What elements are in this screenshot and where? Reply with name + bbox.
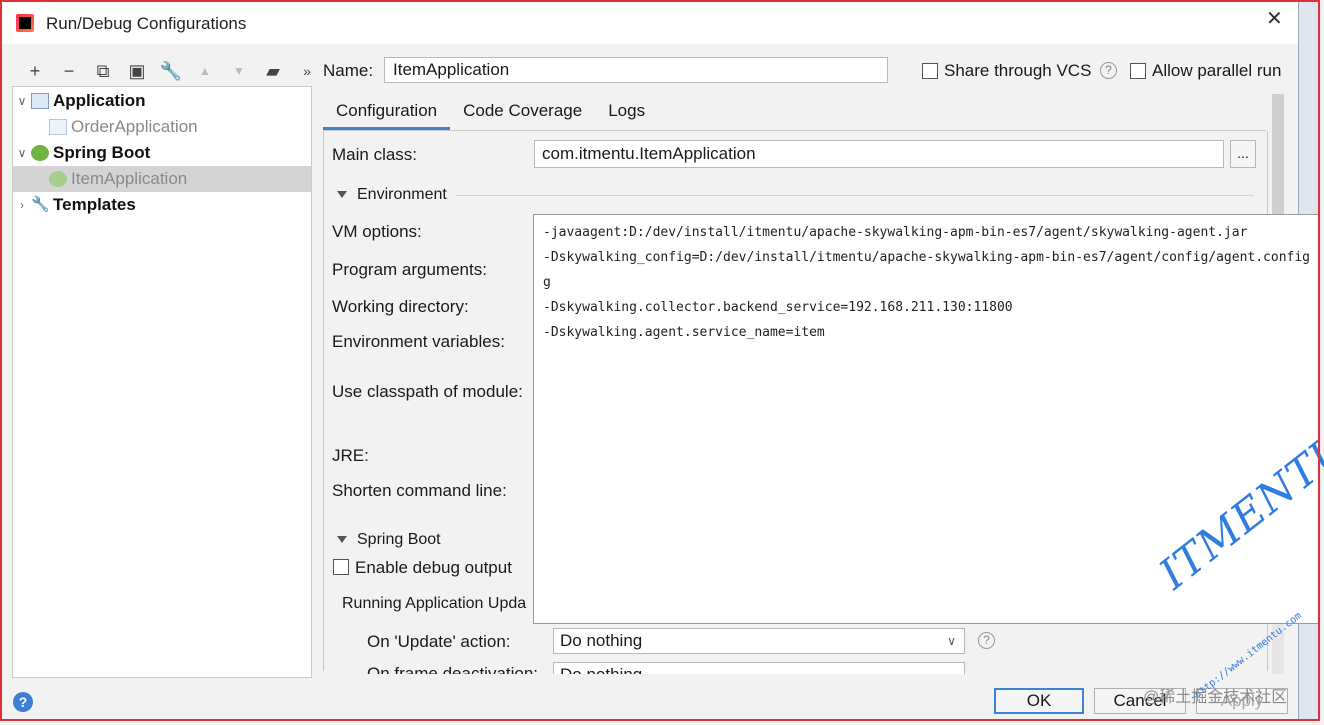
tree-item-orderapplication[interactable]: OrderApplication <box>13 114 311 140</box>
main-class-label: Main class: <box>332 145 418 164</box>
vm-options-label: VM options: <box>332 222 422 241</box>
environment-section-label: Environment <box>357 186 447 203</box>
scrollbar-thumb[interactable] <box>1272 94 1284 214</box>
browse-button[interactable]: ... <box>1230 140 1256 168</box>
environment-section[interactable]: Environment <box>337 186 447 204</box>
chevron-down-icon: ∨ <box>947 634 956 648</box>
tab-code-coverage[interactable]: Code Coverage <box>450 94 595 130</box>
help-button[interactable]: ? <box>13 692 33 712</box>
wrench-icon[interactable]: 🔧 <box>154 58 188 84</box>
tree-item-label: OrderApplication <box>71 117 198 136</box>
remove-icon[interactable]: − <box>52 58 86 84</box>
spring-boot-section-label: Spring Boot <box>357 531 441 548</box>
chevron-down-icon[interactable]: ∨ <box>13 146 31 160</box>
program-arguments-label: Program arguments: <box>332 260 487 279</box>
ok-button[interactable]: OK <box>994 688 1084 714</box>
application-icon <box>31 93 49 109</box>
vm-option-line: -javaagent:D:/dev/install/itmentu/apache… <box>543 225 1248 240</box>
vm-option-line: -Dskywalking_config=D:/dev/install/itmen… <box>543 250 1311 265</box>
site-watermark: @稀土掘金技术社区 <box>1143 689 1288 706</box>
spring-boot-icon <box>49 171 67 187</box>
config-tabs: Configuration Code Coverage Logs <box>323 94 658 130</box>
copy-icon[interactable]: ⧉ <box>86 58 120 84</box>
clipped-row: On frame deactivation: Do nothing <box>324 662 1264 674</box>
environment-variables-label: Environment variables: <box>332 332 505 351</box>
tree-item-templates[interactable]: › 🔧 Templates <box>13 192 311 218</box>
tree-item-label: Application <box>53 91 146 110</box>
config-toolbar: + − ⧉ ▣ 🔧 ▲ ▼ ▰ » <box>18 58 324 84</box>
close-icon[interactable]: ✕ <box>1266 6 1283 31</box>
share-vcs-checkbox[interactable] <box>922 63 938 79</box>
title-bar: Run/Debug Configurations ✕ <box>2 2 1298 44</box>
more-icon[interactable]: » <box>290 58 324 84</box>
on-update-value: Do nothing <box>560 631 643 650</box>
vm-option-line: -Dskywalking.agent.service_name=item <box>543 325 825 340</box>
vm-option-line: -Dskywalking.collector.backend_service=1… <box>543 300 1013 315</box>
tree-item-itemapplication[interactable]: ItemApplication <box>13 166 311 192</box>
on-frame-value: Do nothing <box>560 665 642 674</box>
move-down-icon[interactable]: ▼ <box>222 58 256 84</box>
tree-item-label: Spring Boot <box>53 143 151 162</box>
enable-debug-label: Enable debug output <box>355 558 512 577</box>
working-directory-label: Working directory: <box>332 297 469 316</box>
chevron-down-icon[interactable]: ∨ <box>13 94 31 108</box>
intellij-icon <box>16 14 34 32</box>
window-title: Run/Debug Configurations <box>46 14 247 33</box>
on-frame-label: On frame deactivation: <box>367 664 539 674</box>
tree-item-spring-boot[interactable]: ∨ Spring Boot <box>13 140 311 166</box>
section-divider <box>456 195 1254 196</box>
name-label: Name: <box>323 61 374 80</box>
application-icon <box>49 119 67 135</box>
configuration-tree: ∨ Application OrderApplication ∨ Spring … <box>12 86 312 678</box>
allow-parallel-label: Allow parallel run <box>1152 61 1282 80</box>
folder-icon[interactable]: ▰ <box>256 58 290 84</box>
move-up-icon[interactable]: ▲ <box>188 58 222 84</box>
tab-logs[interactable]: Logs <box>595 94 658 130</box>
spring-boot-section[interactable]: Spring Boot <box>337 531 441 549</box>
name-input[interactable]: ItemApplication <box>384 57 888 83</box>
tree-item-label: Templates <box>53 195 136 214</box>
collapse-icon <box>337 191 347 199</box>
save-icon[interactable]: ▣ <box>120 58 154 84</box>
on-update-select[interactable]: Do nothing ∨ <box>553 628 965 654</box>
add-icon[interactable]: + <box>18 58 52 84</box>
enable-debug-checkbox[interactable] <box>333 559 349 575</box>
on-update-label: On 'Update' action: <box>367 632 511 651</box>
wrench-icon: 🔧 <box>31 196 50 213</box>
shorten-command-line-label: Shorten command line: <box>332 481 507 500</box>
tree-item-label: ItemApplication <box>71 169 188 188</box>
collapse-icon <box>337 536 347 544</box>
tab-configuration[interactable]: Configuration <box>323 94 451 130</box>
help-icon[interactable]: ? <box>1100 62 1117 79</box>
on-frame-select[interactable]: Do nothing <box>553 662 965 674</box>
allow-parallel-checkbox[interactable] <box>1130 63 1146 79</box>
running-updates-label: Running Application Upda <box>342 595 527 612</box>
tree-item-application[interactable]: ∨ Application <box>13 88 311 114</box>
share-vcs-label: Share through VCS <box>944 61 1092 80</box>
classpath-module-label: Use classpath of module: <box>332 382 523 401</box>
vm-option-line: g <box>543 275 551 290</box>
spring-boot-icon <box>31 145 49 161</box>
main-class-input[interactable]: com.itmentu.ItemApplication <box>534 140 1224 168</box>
help-icon[interactable]: ? <box>978 632 995 649</box>
chevron-right-icon[interactable]: › <box>13 198 31 212</box>
jre-label: JRE: <box>332 446 369 465</box>
